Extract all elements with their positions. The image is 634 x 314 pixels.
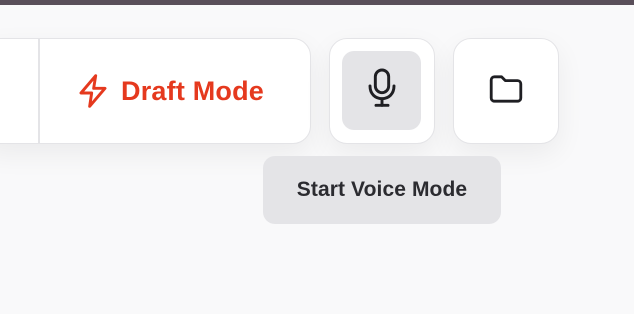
folder-button[interactable] bbox=[453, 38, 559, 144]
microphone-icon bbox=[366, 68, 398, 113]
toolbar-divider bbox=[38, 39, 40, 143]
lightning-bolt-icon bbox=[77, 73, 109, 109]
voice-mode-button-hover[interactable] bbox=[342, 51, 421, 130]
draft-mode-label: Draft Mode bbox=[121, 75, 264, 106]
window-top-edge bbox=[0, 0, 634, 5]
voice-mode-button[interactable] bbox=[329, 38, 435, 144]
input-toolbar: Draft Mode bbox=[0, 38, 311, 144]
voice-mode-tooltip: Start Voice Mode bbox=[263, 156, 501, 224]
draft-mode-button[interactable]: Draft Mode bbox=[77, 39, 264, 143]
folder-icon bbox=[488, 73, 524, 110]
